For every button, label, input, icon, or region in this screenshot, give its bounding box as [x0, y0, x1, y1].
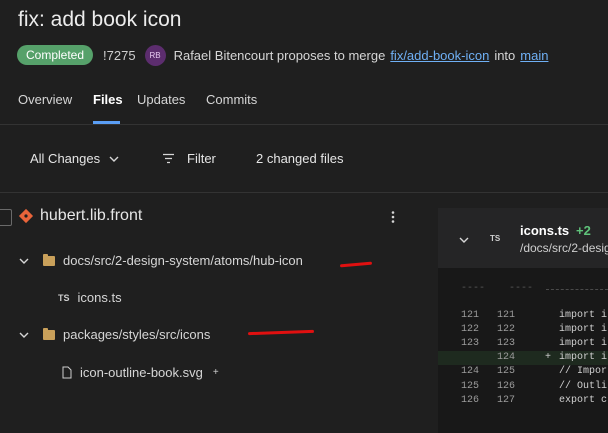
diff-separator-line — [546, 289, 608, 290]
all-changes-label: All Changes — [30, 151, 101, 166]
repo-name: hubert.lib.front — [40, 207, 143, 224]
folder-path: docs/src/2-design-system/atoms/hub-icon — [63, 253, 303, 268]
code-text: import i — [559, 352, 608, 364]
source-branch-link[interactable]: fix/add-book-icon — [390, 48, 489, 63]
annotation-mark — [247, 329, 315, 336]
files-toolbar: All Changes Filter 2 changed files — [0, 124, 608, 193]
folder-row-hub-icon[interactable]: docs/src/2-design-system/atoms/hub-icon — [18, 253, 303, 268]
file-name: icons.ts — [77, 290, 122, 305]
additions-count: +2 — [576, 223, 591, 238]
more-options-icon[interactable] — [389, 210, 397, 224]
new-line-number: 127 — [497, 394, 516, 406]
code-text: export c — [559, 394, 608, 406]
diff-header: TS icons.ts +2 /docs/src/2-desig — [438, 208, 608, 268]
chevron-down-icon[interactable] — [18, 255, 30, 267]
git-repo-icon — [18, 208, 34, 224]
typescript-file-icon: TS — [490, 234, 501, 243]
diff-line: 126 127 export c — [438, 394, 608, 408]
annotation-mark — [339, 261, 373, 268]
avatar[interactable]: RB — [144, 44, 166, 66]
diff-line: 124 + import i — [438, 351, 608, 366]
diff-marker — [545, 324, 551, 335]
pr-title: fix: add book icon — [18, 8, 182, 31]
diff-line: 121 121 import i — [438, 309, 608, 323]
diff-marker — [545, 338, 551, 349]
diff-line: 125 126 // Outli — [438, 380, 608, 394]
status-badge: Completed — [17, 45, 94, 65]
folder-icon — [43, 253, 55, 266]
tab-updates[interactable]: Updates — [137, 92, 185, 107]
old-line-number: 122 — [461, 324, 480, 336]
chevron-down-icon[interactable] — [18, 329, 30, 341]
new-line-number: 121 — [497, 310, 516, 321]
code-text: // Outli — [559, 380, 608, 392]
diff-line: 124 125 // Impor — [438, 365, 608, 379]
added-indicator: + — [212, 367, 219, 378]
old-line-number: 126 — [461, 394, 480, 406]
all-changes-dropdown[interactable]: All Changes — [30, 151, 120, 166]
file-icon — [62, 366, 72, 379]
chevron-down-icon[interactable] — [458, 234, 470, 246]
file-name: icon-outline-book.svg — [80, 365, 203, 380]
folder-icon — [43, 327, 55, 340]
diff-marker — [545, 381, 551, 392]
target-branch-link[interactable]: main — [520, 48, 548, 63]
author-text: Rafael Bitencourt proposes to merge — [173, 47, 386, 63]
new-line-number: 124 — [497, 352, 516, 364]
diff-file-name[interactable]: icons.ts — [520, 223, 569, 238]
file-row-icon-outline-book[interactable]: icon-outline-book.svg + — [62, 365, 219, 380]
code-text: import i — [559, 338, 608, 350]
new-line-number: 126 — [497, 380, 516, 392]
old-line-number: 124 — [461, 366, 480, 378]
old-line-number: 123 — [461, 338, 480, 350]
code-text: // Impor — [559, 366, 608, 378]
diff-marker — [545, 310, 551, 321]
into-text: into — [494, 47, 516, 63]
filter-icon — [163, 153, 174, 164]
changed-files-count: 2 changed files — [256, 151, 344, 166]
diff-line: 123 123 import i — [438, 337, 608, 351]
filter-button[interactable]: Filter — [162, 151, 216, 166]
pr-id: !7275 — [103, 47, 136, 63]
tab-commits[interactable]: Commits — [206, 92, 257, 107]
diff-marker — [545, 395, 551, 406]
diff-file-path: /docs/src/2-desig — [520, 241, 608, 255]
chevron-down-icon — [109, 156, 119, 162]
code-text: import i — [559, 310, 608, 321]
diff-marker: + — [545, 352, 552, 364]
new-line-number: 123 — [497, 338, 516, 350]
filter-label: Filter — [187, 151, 216, 166]
repo-row[interactable]: hubert.lib.front — [18, 207, 142, 225]
diff-marker — [545, 366, 551, 377]
folder-path: packages/styles/src/icons — [63, 327, 211, 342]
pr-meta: Completed !7275 RB Rafael Bitencourt pro… — [17, 44, 548, 66]
typescript-file-icon: TS — [58, 292, 70, 303]
folder-row-icons[interactable]: packages/styles/src/icons — [18, 327, 210, 342]
file-row-icons-ts[interactable]: TS icons.ts — [58, 290, 122, 305]
tab-overview[interactable]: Overview — [18, 92, 72, 107]
select-checkbox[interactable] — [0, 209, 12, 226]
tab-files[interactable]: Files — [93, 92, 123, 107]
new-line-number: 122 — [497, 324, 516, 336]
old-line-number: 121 — [461, 310, 480, 321]
diff-separator: ---- ---- — [461, 283, 534, 294]
old-line-number: 125 — [461, 380, 480, 392]
code-text: import i — [559, 324, 608, 336]
diff-line: 122 122 import i — [438, 323, 608, 337]
new-line-number: 125 — [497, 366, 516, 378]
tab-bar: Overview Files Updates Commits — [0, 84, 608, 125]
